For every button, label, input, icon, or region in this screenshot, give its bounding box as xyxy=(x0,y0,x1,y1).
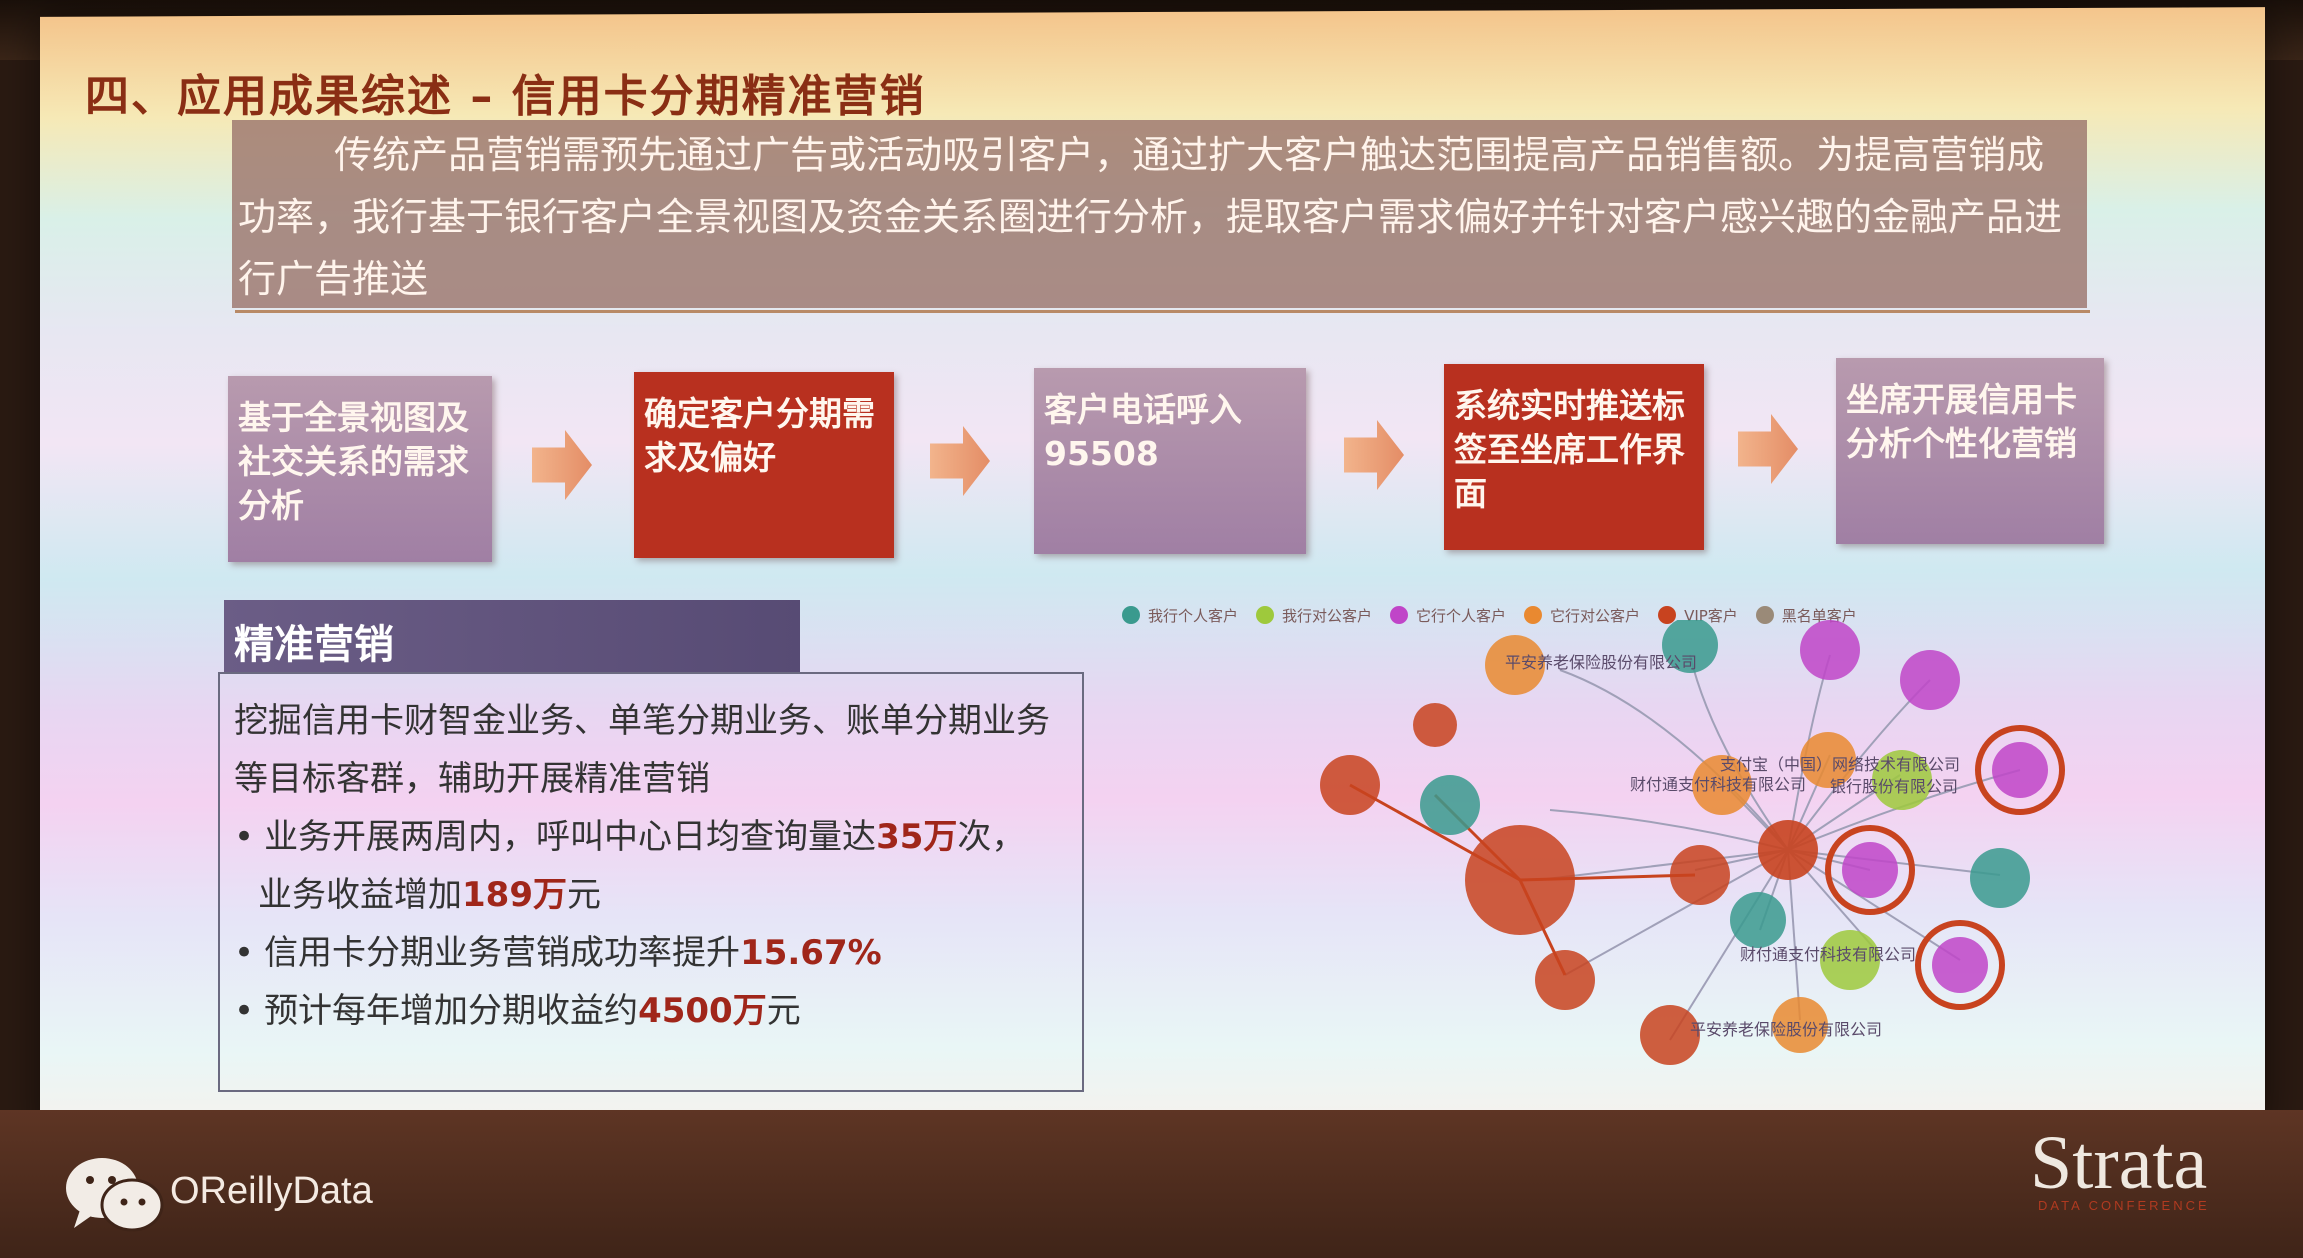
node-label: 支付宝（中国）网络技术有限公司 xyxy=(1720,755,1960,774)
node-vip xyxy=(1320,755,1380,815)
step-demand-analysis: 基于全景视图及社交关系的需求分析 xyxy=(228,376,492,562)
bullet-text: 业务开展两周内，呼叫中心日均查询量达 xyxy=(264,817,877,857)
bullet-text: 业务收益增加 xyxy=(258,875,462,915)
step-confirm-preference: 确定客户分期需求及偏好 xyxy=(634,372,894,558)
relationship-graph: 平安养老保险股份有限公司 支付宝（中国）网络技术有限公司 财付通支付科技有限公司… xyxy=(1320,620,2065,1065)
bullet-highlight: 4500万 xyxy=(638,991,767,1031)
step-label: 客户电话呼入95508 xyxy=(1044,390,1242,473)
step-label: 确定客户分期需求及偏好 xyxy=(644,394,875,477)
bullet-item: • 业务开展两周内，呼叫中心日均查询量达35万次， xyxy=(234,808,1068,866)
bullet-highlight: 35万 xyxy=(876,817,958,857)
bullet-text: 信用卡分期业务营销成功率提升 xyxy=(264,933,741,973)
node-other-personal xyxy=(1900,650,1960,710)
marketing-content: 挖掘信用卡财智金业务、单笔分期业务、账单分期业务等目标客群，辅助开展精准营销 •… xyxy=(218,672,1084,1092)
slide-title: 四、应用成果综述 – 信用卡分期精准营销 xyxy=(85,71,926,122)
node-other-personal xyxy=(1932,937,1988,993)
bullet-text: 元 xyxy=(766,991,801,1031)
node-label: 平安养老保险股份有限公司 xyxy=(1505,653,1697,672)
bullet-item: • 预计每年增加分期收益约4500万元 xyxy=(234,982,1068,1040)
node-other-personal xyxy=(1992,742,2048,798)
strata-logo-subtitle: DATA CONFERENCE xyxy=(2038,1198,2210,1213)
bullet-highlight: 189万 xyxy=(462,875,567,915)
node-own-personal xyxy=(1730,892,1786,948)
intro-paragraph: 传统产品营销需预先通过广告或活动吸引客户，通过扩大客户触达范围提高产品销售额。为… xyxy=(232,120,2087,308)
content-intro: 挖掘信用卡财智金业务、单笔分期业务、账单分期业务等目标客群，辅助开展精准营销 xyxy=(234,701,1050,799)
bullet-item: • 信用卡分期业务营销成功率提升15.67% xyxy=(234,924,1068,982)
brand-name: OReillyData xyxy=(170,1170,373,1212)
bullet-highlight: 15.67% xyxy=(740,933,882,973)
node-own-personal xyxy=(1970,848,2030,908)
intro-text: 传统产品营销需预先通过广告或活动吸引客户，通过扩大客户触达范围提高产品销售额。为… xyxy=(238,133,2063,301)
node-center xyxy=(1758,820,1818,880)
step-personalized-marketing: 坐席开展信用卡分析个性化营销 xyxy=(1836,358,2104,544)
step-customer-call: 客户电话呼入95508 xyxy=(1034,368,1306,554)
bullet-continuation: 业务收益增加189万元 xyxy=(234,866,1068,924)
node-label: 银行股份有限公司 xyxy=(1830,777,1958,796)
bullet-dot-icon: • xyxy=(234,817,255,857)
node-vip xyxy=(1670,845,1730,905)
node-label: 财付通支付科技有限公司 xyxy=(1740,945,1916,964)
bullet-text: 预计每年增加分期收益约 xyxy=(264,991,639,1031)
bullet-text: 次， xyxy=(957,817,1026,857)
strata-logo: Strata xyxy=(2030,1121,2208,1205)
bullet-text: 元 xyxy=(566,875,601,915)
section-header: 精准营销 xyxy=(224,600,800,672)
wechat-icon xyxy=(66,1158,164,1232)
node-own-personal xyxy=(1420,775,1480,835)
node-label: 平安养老保险股份有限公司 xyxy=(1690,1020,1882,1039)
bullet-dot-icon: • xyxy=(234,991,255,1031)
node-other-personal xyxy=(1800,620,1860,680)
node-vip xyxy=(1535,950,1595,1010)
node-vip-large xyxy=(1465,825,1575,935)
divider-line xyxy=(235,310,2090,313)
step-label: 基于全景视图及社交关系的需求分析 xyxy=(238,398,469,525)
bullet-dot-icon: • xyxy=(234,933,255,973)
node-other-personal xyxy=(1842,842,1898,898)
node-label: 财付通支付科技有限公司 xyxy=(1630,775,1806,794)
node-vip xyxy=(1413,703,1457,747)
step-label: 系统实时推送标签至坐席工作界面 xyxy=(1454,386,1685,513)
step-push-tags: 系统实时推送标签至坐席工作界面 xyxy=(1444,364,1704,550)
step-label: 坐席开展信用卡分析个性化营销 xyxy=(1846,380,2077,463)
